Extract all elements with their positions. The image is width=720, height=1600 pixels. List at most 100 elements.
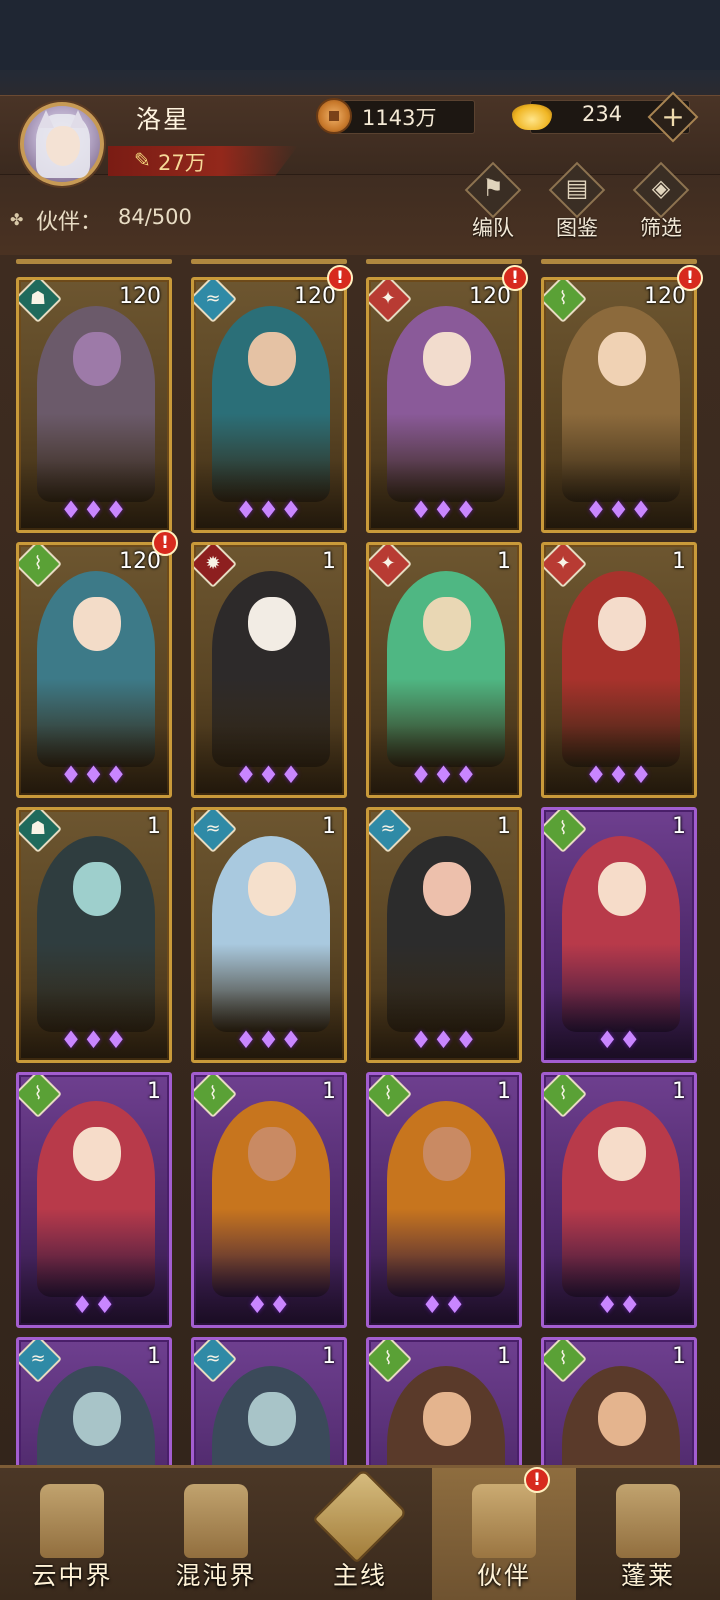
partner-level: 1 xyxy=(497,1344,511,1369)
element-glyph: ⌇ xyxy=(558,818,568,839)
element-glyph: ⌇ xyxy=(33,553,43,574)
formation-button[interactable]: ⚑ 编队 xyxy=(458,161,528,246)
rail xyxy=(366,259,522,264)
power-quill-icon: ✎ xyxy=(134,148,151,172)
formation-label: 编队 xyxy=(472,216,514,240)
partner-card[interactable]: ☗ 120 ♦♦♦ xyxy=(16,277,172,533)
element-dark-icon: ☗ xyxy=(19,810,63,854)
partner-portrait-head xyxy=(598,1392,646,1446)
rail xyxy=(541,259,697,264)
nav-yunzhongjie[interactable]: 云中界 xyxy=(0,1468,144,1600)
element-wind-icon: ⌇ xyxy=(544,1075,588,1119)
partner-count-label: 伙伴： xyxy=(36,210,103,235)
player-avatar[interactable] xyxy=(20,102,104,186)
element-wind-icon: ⌇ xyxy=(369,1075,413,1119)
partner-portrait-head xyxy=(248,1392,296,1446)
element-glyph: ≈ xyxy=(205,1348,221,1369)
partner-card[interactable]: ✦ 120 ♦♦♦ xyxy=(366,277,522,533)
nav-label: 蓬莱 xyxy=(620,1561,675,1590)
partner-card[interactable]: ⌇ 1 ♦♦ xyxy=(366,1072,522,1328)
status-strip xyxy=(0,0,720,70)
element-wind-icon: ⌇ xyxy=(544,1340,588,1384)
partner-level: 1 xyxy=(497,549,511,574)
crossed-swords-icon xyxy=(312,1468,408,1564)
partner-card[interactable]: ✦ 1 ♦♦♦ xyxy=(366,542,522,798)
element-glyph: ✦ xyxy=(380,288,396,309)
partner-level: 1 xyxy=(322,549,336,574)
partner-level: 1 xyxy=(672,1079,686,1104)
partners-icon: ✤ xyxy=(10,210,24,229)
grid-top-rails xyxy=(0,255,720,265)
element-dark-icon: ☗ xyxy=(19,280,63,324)
star-rank-icons: ♦♦♦ xyxy=(235,496,303,524)
partner-card[interactable]: ⌇ 1 ♦♦ xyxy=(541,807,697,1063)
partner-portrait-head xyxy=(598,862,646,916)
partner-portrait-head xyxy=(248,332,296,386)
partner-portrait xyxy=(387,1366,505,1465)
partner-card[interactable]: ≈1 ♦♦♦ xyxy=(191,807,347,1063)
filter-label: 筛选 xyxy=(640,216,682,240)
partner-portrait xyxy=(212,1366,330,1465)
partner-portrait-head xyxy=(73,597,121,651)
element-glyph: ⌇ xyxy=(33,1083,43,1104)
partner-card[interactable]: ≈1 xyxy=(191,1337,347,1465)
partner-card[interactable]: ✹ 1 ♦♦♦ xyxy=(191,542,347,798)
nav-hundunjie[interactable]: 混沌界 xyxy=(144,1468,288,1600)
partner-grid[interactable]: ☗ 120 ♦♦♦ ≈120 ♦♦♦! ✦ 120 ♦♦♦! ⌇ 120 ♦♦♦! ⌇ 120 ♦♦♦! ✹… xyxy=(0,255,720,1465)
partner-card[interactable]: ≈1 ♦♦♦ xyxy=(366,807,522,1063)
element-blood-icon: ✹ xyxy=(194,545,238,589)
card-alert-badge: ! xyxy=(152,530,178,556)
partner-card[interactable]: ≈1 xyxy=(16,1337,172,1465)
partner-level: 1 xyxy=(672,814,686,839)
partner-level: 1 xyxy=(672,1344,686,1369)
partner-portrait-head xyxy=(73,1127,121,1181)
partner-portrait xyxy=(562,1366,680,1465)
partner-portrait-head xyxy=(248,597,296,651)
partner-card[interactable]: ⌇ 1 xyxy=(541,1337,697,1465)
nav-penglai[interactable]: 蓬莱 xyxy=(576,1468,720,1600)
star-rank-icons: ♦♦ xyxy=(596,1291,642,1319)
star-rank-icons: ♦♦♦ xyxy=(235,761,303,789)
card-alert-badge: ! xyxy=(677,265,703,291)
partner-card[interactable]: ⌇ 1 ♦♦ xyxy=(16,1072,172,1328)
star-rank-icons: ♦♦ xyxy=(246,1291,292,1319)
spire-icon xyxy=(184,1484,248,1558)
element-glyph: ⌇ xyxy=(208,1083,218,1104)
partner-level: 1 xyxy=(322,1344,336,1369)
bottom-nav: 云中界 混沌界 主线 伙伴 蓬莱 xyxy=(0,1465,720,1600)
partner-card[interactable]: ⌇ 1 ♦♦ xyxy=(541,1072,697,1328)
element-glyph: ✦ xyxy=(380,553,396,574)
partner-card[interactable]: ⌇ 1 ♦♦ xyxy=(191,1072,347,1328)
codex-button[interactable]: ▤ 图鉴 xyxy=(542,161,612,246)
nav-label: 混沌界 xyxy=(175,1561,257,1590)
partner-level: 120 xyxy=(119,284,161,309)
element-glyph: ✹ xyxy=(205,553,221,574)
nav-main-quest[interactable]: 主线 xyxy=(288,1468,432,1600)
nav-partners-alert-badge: ! xyxy=(524,1467,550,1493)
star-rank-icons: ♦♦♦ xyxy=(410,761,478,789)
filter-button[interactable]: ◈ 筛选 xyxy=(626,161,696,246)
element-glyph: ≈ xyxy=(30,1348,46,1369)
partner-level: 1 xyxy=(322,814,336,839)
element-glyph: ⌇ xyxy=(558,1083,568,1104)
partner-card[interactable]: ≈120 ♦♦♦ xyxy=(191,277,347,533)
element-fire-icon: ✦ xyxy=(369,280,413,324)
partner-card[interactable]: ⌇ 120 ♦♦♦ xyxy=(541,277,697,533)
partner-card[interactable]: ⌇ 120 ♦♦♦ xyxy=(16,542,172,798)
partner-card[interactable]: ✦ 1 ♦♦♦ xyxy=(541,542,697,798)
element-wind-icon: ⌇ xyxy=(544,810,588,854)
element-fire-icon: ✦ xyxy=(369,545,413,589)
star-rank-icons: ♦♦♦ xyxy=(585,761,653,789)
element-wind-icon: ⌇ xyxy=(544,280,588,324)
copper-coin-icon xyxy=(316,98,352,134)
partner-portrait-head xyxy=(423,862,471,916)
partner-level: 120 xyxy=(119,549,161,574)
star-rank-icons: ♦♦ xyxy=(71,1291,117,1319)
partner-card[interactable]: ⌇ 1 xyxy=(366,1337,522,1465)
element-wind-icon: ⌇ xyxy=(19,1075,63,1119)
sage-statue-icon xyxy=(616,1484,680,1558)
partner-level: 1 xyxy=(147,1344,161,1369)
partner-card[interactable]: ☗ 1 ♦♦♦ xyxy=(16,807,172,1063)
element-wind-icon: ⌇ xyxy=(19,545,63,589)
nav-partners[interactable]: 伙伴 xyxy=(432,1468,576,1600)
